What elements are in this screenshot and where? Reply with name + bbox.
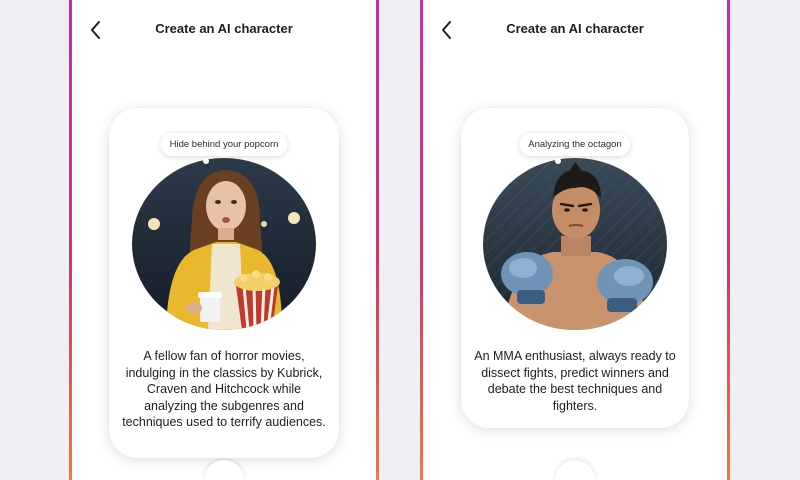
gradient-edge [420,0,423,480]
thought-bubble-tail [203,158,209,164]
header: Create an AI character [72,18,376,42]
create-button-partial[interactable] [555,460,595,480]
header: Create an AI character [423,18,727,42]
page-title: Create an AI character [506,21,644,36]
character-portrait [132,158,316,330]
create-button-partial[interactable] [204,460,244,480]
character-portrait [483,158,667,330]
character-description: A fellow fan of horror movies, indulging… [122,349,326,429]
page-title: Create an AI character [155,21,293,36]
character-description: An MMA enthusiast, always ready to disse… [474,349,676,413]
gradient-edge [727,0,730,480]
thought-bubble-tail [555,158,561,164]
mma-fan-portrait-image [483,158,667,330]
phone-screen-left: Create an AI character Hide behind your … [69,0,379,480]
thought-bubble: Hide behind your popcorn [160,133,288,156]
phone-screen-right: Create an AI character Analyzing the oct… [420,0,730,480]
thought-bubble: Analyzing the octagon [519,133,631,156]
character-card[interactable]: Hide behind your popcorn A fellow fan of… [109,108,339,458]
gradient-edge [376,0,379,480]
character-card[interactable]: Analyzing the octagon An MMA enthusiast,… [461,108,689,428]
gradient-edge [69,0,72,480]
horror-fan-portrait-image [132,158,316,330]
